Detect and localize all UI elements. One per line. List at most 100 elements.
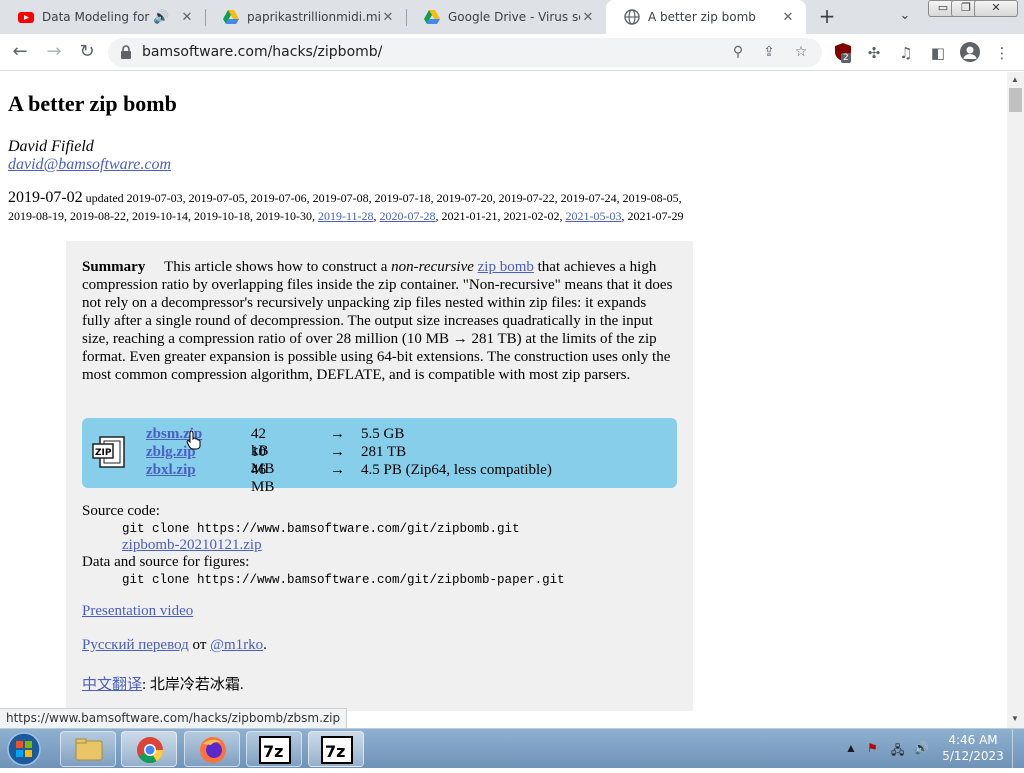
person-icon <box>963 46 977 59</box>
zip-bomb-link[interactable]: zip bomb <box>478 259 534 275</box>
hand-cursor-icon <box>186 430 201 450</box>
page-title: A better zip bomb <box>8 91 177 116</box>
start-button[interactable] <box>4 731 44 767</box>
windows-taskbar: 7z 7z ▲ ⚑ 🖧 🔊 4:46 AM 5/12/2023 <box>0 728 1024 769</box>
explorer-taskbar-button[interactable] <box>60 731 116 767</box>
youtube-icon <box>18 12 34 23</box>
action-center-flag-icon[interactable]: ⚑ <box>867 741 878 756</box>
show-desktop-button[interactable] <box>1012 729 1024 769</box>
translator-link[interactable]: @m1rko <box>210 637 263 653</box>
tab-data-modeling[interactable]: Data Modeling for Power BI 🔊 ✕ <box>0 0 205 34</box>
arrow: → <box>330 444 345 460</box>
chinese-translation-link[interactable]: 中文翻译 <box>82 677 142 693</box>
speaker-icon[interactable]: 🔊 <box>153 10 169 25</box>
svg-text:7z: 7z <box>263 742 283 761</box>
search-icon[interactable]: ⚲ <box>728 42 748 62</box>
output-size: 4.5 PB (Zip64, less compatible) <box>361 462 552 478</box>
updated-dates: , 2021-01-21, 2021-02-02, <box>435 209 566 223</box>
side-panel-icon[interactable]: ◧ <box>928 43 948 63</box>
scrollbar-thumb[interactable] <box>1009 88 1022 112</box>
svg-text:ZIP: ZIP <box>95 448 112 458</box>
extensions-puzzle-icon[interactable]: ✣ <box>864 43 884 63</box>
date-link[interactable]: 2021-05-03 <box>566 209 622 223</box>
show-hidden-icons-button[interactable]: ▲ <box>845 741 857 756</box>
period: . <box>263 637 267 653</box>
chevron-down-icon[interactable]: ⌄ <box>896 8 914 26</box>
share-icon[interactable]: ⇪ <box>759 42 779 62</box>
chrome-taskbar-button[interactable] <box>121 731 177 767</box>
git-clone-command: git clone https://www.bamsoftware.com/gi… <box>122 522 520 536</box>
media-queue-icon[interactable]: ♫ <box>896 43 916 63</box>
author-email-link[interactable]: david@bamsoftware.com <box>8 156 171 174</box>
summary-part: that achieves a high compression ratio b… <box>82 259 673 383</box>
clock-time: 4:46 AM <box>948 733 998 747</box>
address-bar[interactable]: bamsoftware.com/hacks/zipbomb/ ⚲ ⇪ ☆ <box>108 38 822 67</box>
tab-title: paprikastrillionmidi.mid.xlsx <box>247 10 380 24</box>
7zip-icon: 7z <box>321 736 353 764</box>
date-link[interactable]: 2019-11-28 <box>318 209 374 223</box>
7zip-taskbar-button[interactable]: 7z <box>246 731 302 767</box>
downloads-panel: ZIP zbsm.zip 42 kB → 5.5 GB zblg.zip 10 … <box>82 418 677 495</box>
windows-logo-icon <box>7 732 41 766</box>
git-clone-paper-command: git clone https://www.bamsoftware.com/gi… <box>122 573 565 587</box>
updated-dates: updated 2019-07-03, 2019-07-05, 2019-07-… <box>82 191 682 205</box>
back-button[interactable]: ← <box>8 40 32 64</box>
folder-icon <box>75 738 103 761</box>
reload-button[interactable]: ↻ <box>75 40 99 64</box>
lock-icon <box>121 45 131 59</box>
presentation-video-link[interactable]: Presentation video <box>82 603 193 620</box>
url-text[interactable]: bamsoftware.com/hacks/zipbomb/ <box>142 44 382 60</box>
close-icon[interactable]: ✕ <box>179 10 195 25</box>
tab-xlsx[interactable]: paprikastrillionmidi.mid.xlsx ✕ <box>205 0 406 34</box>
russian-translation-link[interactable]: Русский перевод <box>82 637 189 653</box>
output-size: 5.5 GB <box>361 426 405 442</box>
tab-zip-bomb[interactable]: A better zip bomb ✕ <box>606 0 806 34</box>
google-drive-icon <box>223 10 239 24</box>
clock-date: 5/12/2023 <box>942 749 1004 763</box>
zip-archive-icon: ZIP <box>92 436 125 468</box>
tab-strip: Data Modeling for Power BI 🔊 ✕ paprikast… <box>0 0 1024 34</box>
first-date: 2019-07-02 <box>8 189 83 206</box>
svg-text:7z: 7z <box>325 742 345 761</box>
date-link[interactable]: 2020-07-28 <box>380 209 436 223</box>
source-zip-link[interactable]: zipbomb-20210121.zip <box>122 537 262 554</box>
summary-part: This article shows how to construct a <box>164 259 392 275</box>
chrome-icon <box>137 737 164 764</box>
system-clock[interactable]: 4:46 AM 5/12/2023 <box>938 732 1008 764</box>
tab-virus-scan[interactable]: Google Drive - Virus scan warning ✕ <box>406 0 606 34</box>
summary-label: Summary <box>82 259 146 275</box>
browser-toolbar: ← → ↻ bamsoftware.com/hacks/zipbomb/ ⚲ ⇪… <box>0 34 1024 71</box>
summary-text: Summary This article shows how to constr… <box>82 258 674 384</box>
close-window-button[interactable]: ✕ <box>974 0 1018 17</box>
extension-badge: 2 <box>841 53 851 63</box>
close-icon[interactable]: ✕ <box>580 10 596 25</box>
bookmark-star-icon[interactable]: ☆ <box>791 42 811 62</box>
tab-title: Data Modeling for Power BI <box>42 10 153 24</box>
new-tab-button[interactable]: + <box>816 6 838 28</box>
ublock-extension-icon[interactable]: 2 <box>834 42 852 63</box>
7zip-taskbar-button-active[interactable]: 7z <box>308 731 364 767</box>
download-link[interactable]: zbxl.zip <box>146 462 196 479</box>
revision-dates: 2019-07-02 updated 2019-07-03, 2019-07-0… <box>8 189 768 225</box>
tab-title: Google Drive - Virus scan warning <box>448 10 580 24</box>
network-icon[interactable]: 🖧 <box>891 741 904 762</box>
close-icon[interactable]: ✕ <box>380 10 396 25</box>
author-name: David Fifield <box>8 138 94 155</box>
vertical-scrollbar[interactable]: ▲ ▼ <box>1007 72 1024 728</box>
forward-button[interactable]: → <box>42 40 66 64</box>
close-icon[interactable]: ✕ <box>780 10 796 25</box>
page-content: A better zip bomb David Fifield david@ba… <box>0 72 1007 728</box>
summary-emphasis: non-recursive <box>391 259 474 275</box>
globe-icon <box>624 9 640 25</box>
scroll-down-icon[interactable]: ▼ <box>1011 714 1019 723</box>
scroll-up-icon[interactable]: ▲ <box>1011 75 1019 84</box>
firefox-taskbar-button[interactable] <box>184 731 240 767</box>
menu-icon[interactable]: ⋮ <box>992 43 1012 63</box>
firefox-icon <box>200 737 226 763</box>
tab-title: A better zip bomb <box>648 10 756 24</box>
profile-avatar[interactable] <box>960 42 980 62</box>
volume-icon[interactable]: 🔊 <box>914 741 929 756</box>
output-size: 281 TB <box>361 444 407 460</box>
updated-dates: , 2021-07-29 <box>621 209 684 223</box>
source-code-label: Source code: <box>82 503 160 519</box>
